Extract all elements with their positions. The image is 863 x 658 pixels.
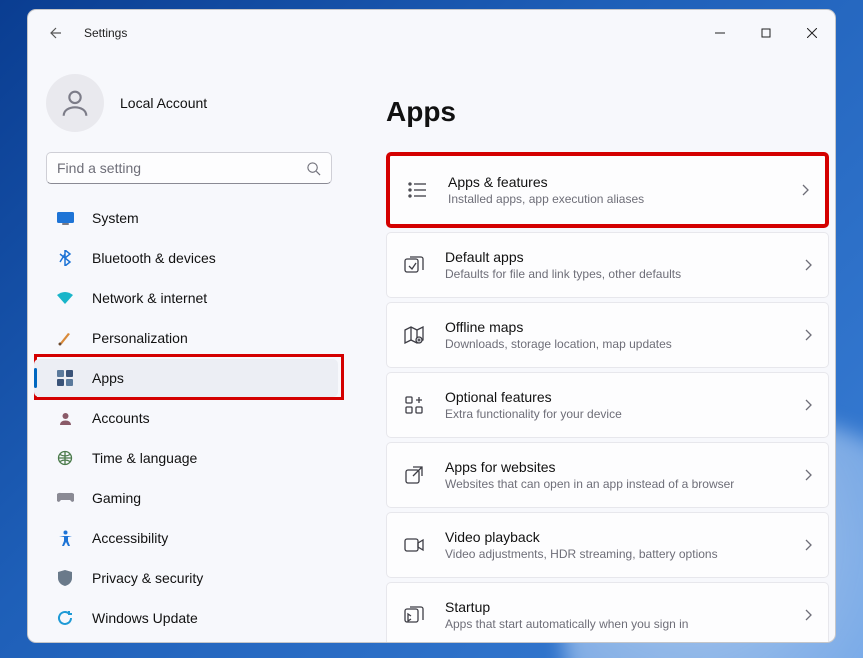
- maximize-button[interactable]: [743, 18, 789, 48]
- card-subtitle: Downloads, storage location, map updates: [445, 337, 672, 351]
- brush-icon: [56, 329, 74, 347]
- chevron-right-icon: [804, 539, 812, 551]
- sidebar-item-network[interactable]: Network & internet: [34, 279, 338, 317]
- card-subtitle: Installed apps, app execution aliases: [448, 192, 644, 206]
- update-icon: [56, 609, 74, 627]
- titlebar: Settings: [28, 10, 835, 56]
- sidebar-item-gaming[interactable]: Gaming: [34, 479, 338, 517]
- window-title: Settings: [84, 26, 127, 40]
- sidebar-item-accessibility[interactable]: Accessibility: [34, 519, 338, 557]
- chevron-right-icon: [804, 399, 812, 411]
- sidebar-item-label: Time & language: [92, 450, 197, 466]
- sidebar-item-apps[interactable]: Apps: [34, 359, 338, 397]
- sidebar-item-windows-update[interactable]: Windows Update: [34, 599, 338, 637]
- clock-globe-icon: [56, 449, 74, 467]
- card-subtitle: Defaults for file and link types, other …: [445, 267, 681, 281]
- sidebar-item-bluetooth[interactable]: Bluetooth & devices: [34, 239, 338, 277]
- accessibility-icon: [56, 529, 74, 547]
- sidebar-item-label: Gaming: [92, 490, 141, 506]
- card-subtitle: Extra functionality for your device: [445, 407, 622, 421]
- settings-window: Settings Local Account: [27, 9, 836, 643]
- search-icon: [306, 161, 321, 176]
- sidebar-item-label: Accounts: [92, 410, 150, 426]
- card-title: Video playback: [445, 529, 718, 545]
- bluetooth-icon: [56, 249, 74, 267]
- sidebar-item-label: Privacy & security: [92, 570, 203, 586]
- card-title: Default apps: [445, 249, 681, 265]
- card-title: Optional features: [445, 389, 622, 405]
- open-external-icon: [403, 464, 425, 486]
- search-input[interactable]: [46, 152, 332, 184]
- sidebar-item-label: Personalization: [92, 330, 188, 346]
- sidebar-nav: System Bluetooth & devices Network & int…: [28, 198, 344, 638]
- grid-plus-icon: [403, 394, 425, 416]
- sidebar-item-label: Accessibility: [92, 530, 168, 546]
- wifi-icon: [56, 289, 74, 307]
- card-offline-maps[interactable]: Offline maps Downloads, storage location…: [386, 302, 829, 368]
- card-optional-features[interactable]: Optional features Extra functionality fo…: [386, 372, 829, 438]
- default-apps-icon: [403, 254, 425, 276]
- sidebar-item-system[interactable]: System: [34, 199, 338, 237]
- chevron-right-icon: [804, 259, 812, 271]
- user-name: Local Account: [120, 95, 207, 111]
- sidebar-item-accounts[interactable]: Accounts: [34, 399, 338, 437]
- card-title: Apps & features: [448, 174, 644, 190]
- close-button[interactable]: [789, 18, 835, 48]
- card-video-playback[interactable]: Video playback Video adjustments, HDR st…: [386, 512, 829, 578]
- card-subtitle: Apps that start automatically when you s…: [445, 617, 688, 631]
- chevron-right-icon: [804, 469, 812, 481]
- sidebar-item-label: Network & internet: [92, 290, 207, 306]
- card-default-apps[interactable]: Default apps Defaults for file and link …: [386, 232, 829, 298]
- map-icon: [403, 324, 425, 346]
- minimize-button[interactable]: [697, 18, 743, 48]
- settings-cards: Apps & features Installed apps, app exec…: [386, 152, 829, 642]
- chevron-right-icon: [801, 184, 809, 196]
- search-input-field[interactable]: [57, 160, 306, 176]
- person-icon: [56, 409, 74, 427]
- main-content: Apps Apps & features Installed apps, app…: [344, 56, 835, 642]
- avatar: [46, 74, 104, 132]
- gamepad-icon: [56, 489, 74, 507]
- sidebar-item-label: Bluetooth & devices: [92, 250, 216, 266]
- startup-icon: [403, 604, 425, 626]
- window-controls: [697, 18, 835, 48]
- shield-icon: [56, 569, 74, 587]
- list-icon: [406, 179, 428, 201]
- sidebar-item-privacy[interactable]: Privacy & security: [34, 559, 338, 597]
- user-account-row[interactable]: Local Account: [28, 74, 344, 132]
- card-title: Startup: [445, 599, 688, 615]
- card-apps-for-websites[interactable]: Apps for websites Websites that can open…: [386, 442, 829, 508]
- sidebar-item-time-language[interactable]: Time & language: [34, 439, 338, 477]
- sidebar-item-personalization[interactable]: Personalization: [34, 319, 338, 357]
- sidebar-item-label: Apps: [92, 370, 124, 386]
- sidebar: Local Account System: [28, 56, 344, 642]
- video-icon: [403, 534, 425, 556]
- page-title: Apps: [386, 96, 829, 128]
- card-title: Offline maps: [445, 319, 672, 335]
- back-icon[interactable]: [46, 25, 62, 41]
- sidebar-item-label: Windows Update: [92, 610, 198, 626]
- card-startup[interactable]: Startup Apps that start automatically wh…: [386, 582, 829, 642]
- chevron-right-icon: [804, 329, 812, 341]
- card-apps-features[interactable]: Apps & features Installed apps, app exec…: [386, 152, 829, 228]
- card-title: Apps for websites: [445, 459, 734, 475]
- display-icon: [56, 209, 74, 227]
- chevron-right-icon: [804, 609, 812, 621]
- card-subtitle: Video adjustments, HDR streaming, batter…: [445, 547, 718, 561]
- apps-icon: [56, 369, 74, 387]
- sidebar-item-label: System: [92, 210, 139, 226]
- card-subtitle: Websites that can open in an app instead…: [445, 477, 734, 491]
